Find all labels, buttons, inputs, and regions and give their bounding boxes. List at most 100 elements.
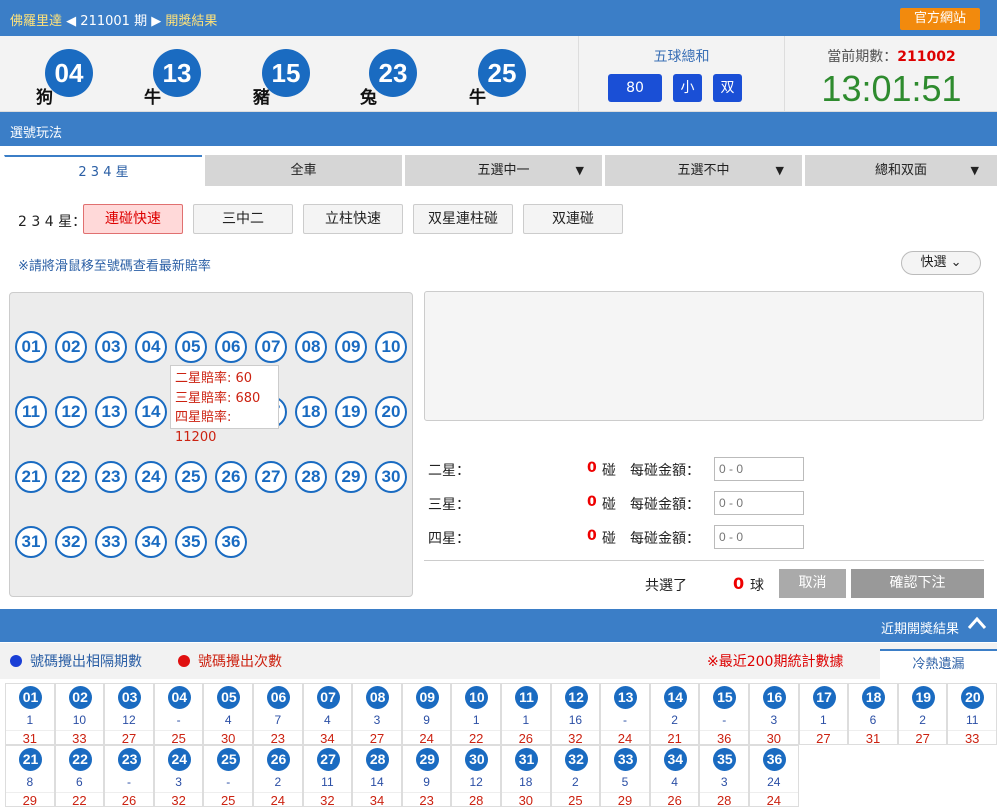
stat-ball: 05: [217, 686, 241, 709]
number-ball[interactable]: 02: [55, 331, 87, 363]
red-dot-icon: [178, 655, 190, 667]
number-ball[interactable]: 20: [375, 396, 407, 428]
tab-label: 五選不中: [677, 163, 730, 178]
stat-ball: 04: [167, 686, 191, 709]
stat-ball: 12: [564, 686, 588, 709]
confirm-bet-button[interactable]: 確認下注: [851, 569, 984, 598]
stat-count: 30: [204, 730, 252, 746]
number-ball[interactable]: 04: [135, 331, 167, 363]
top-bar: 佛羅里達 ◀ 211001 期 ▶ 開獎結果 官方網站: [0, 0, 997, 36]
number-ball[interactable]: 08: [295, 331, 327, 363]
selection-display: [424, 291, 984, 421]
stat-count: 25: [204, 792, 252, 808]
sum-title: 五球總和: [653, 49, 710, 65]
next-issue-arrow[interactable]: ▶: [151, 14, 161, 29]
number-ball[interactable]: 05: [175, 331, 207, 363]
number-ball[interactable]: 03: [95, 331, 127, 363]
stat-cell: 26 2 24: [253, 745, 303, 808]
odds-row-three-star: 三星： 0 碰 每碰金額：: [428, 491, 808, 515]
stat-count: 31: [849, 730, 897, 746]
sub-play-button[interactable]: 双連碰: [523, 204, 623, 234]
dropdown-arrow-icon: ▼: [575, 164, 584, 177]
number-ball[interactable]: 27: [255, 461, 287, 493]
tab-cold-hot[interactable]: 冷熱遺漏: [880, 649, 997, 679]
stat-cell: 04 - 25: [153, 683, 204, 746]
stat-ball: 30: [465, 748, 489, 771]
recent-results-title: 近期開獎結果: [880, 622, 959, 637]
stat-count: 23: [402, 792, 451, 808]
stat-count: 22: [452, 730, 500, 746]
tab-pick-five-miss[interactable]: 五選不中 ▼: [604, 155, 802, 186]
breadcrumb: 佛羅里達 ◀ 211001 期 ▶ 開獎結果: [10, 10, 217, 29]
official-site-button[interactable]: 官方網站: [900, 8, 980, 30]
number-ball[interactable]: 19: [335, 396, 367, 428]
stat-cell: 18 6 31: [848, 683, 898, 746]
site-name[interactable]: 佛羅里達: [10, 14, 62, 29]
tab-label: 五選中一: [477, 163, 530, 178]
odds-row-unit: 碰: [602, 463, 616, 479]
stat-count: 25: [154, 730, 203, 746]
legend-count: 號碼攪出次數: [178, 651, 282, 671]
number-ball[interactable]: 06: [215, 331, 247, 363]
stat-ball: 13: [614, 686, 638, 709]
number-ball[interactable]: 22: [55, 461, 87, 493]
stat-ball: 32: [564, 748, 588, 771]
odds-row-count: 0: [587, 460, 597, 476]
stat-cell: 08 3 27: [352, 683, 402, 746]
tab-pick-five-one[interactable]: 五選中一 ▼: [404, 155, 602, 186]
stat-cell: 24 3 32: [153, 745, 204, 808]
sub-play-button[interactable]: 双星連柱碰: [413, 204, 513, 234]
tab-234-star[interactable]: 2 3 4 星: [4, 155, 202, 186]
number-ball[interactable]: 11: [15, 396, 47, 428]
stat-count: 30: [750, 730, 798, 746]
chevron-up-icon[interactable]: [967, 615, 987, 634]
number-ball[interactable]: 34: [135, 526, 167, 558]
stat-gap: 1: [522, 713, 530, 727]
amount-input[interactable]: [714, 457, 804, 481]
stat-gap: -: [176, 713, 181, 727]
number-ball[interactable]: 36: [215, 526, 247, 558]
number-ball[interactable]: 14: [135, 396, 167, 428]
number-ball[interactable]: 18: [295, 396, 327, 428]
sub-play-button[interactable]: 連碰快速: [83, 204, 183, 234]
sum-value-badge: 80: [608, 74, 662, 102]
sub-play-button[interactable]: 立柱快速: [303, 204, 403, 234]
cancel-button[interactable]: 取消: [779, 569, 846, 598]
stat-gap: -: [722, 713, 727, 727]
number-ball[interactable]: 32: [55, 526, 87, 558]
play-header: 選號玩法: [0, 112, 997, 146]
number-ball[interactable]: 23: [95, 461, 127, 493]
number-ball[interactable]: 10: [375, 331, 407, 363]
number-ball[interactable]: 01: [15, 331, 47, 363]
number-ball[interactable]: 33: [95, 526, 127, 558]
number-ball[interactable]: 31: [15, 526, 47, 558]
quick-pick-button[interactable]: 快選 ⌄: [901, 251, 981, 275]
amount-input[interactable]: [714, 491, 804, 515]
number-ball[interactable]: 07: [255, 331, 287, 363]
stat-count: 23: [254, 730, 302, 746]
odds-row-money-label: 每碰金額：: [630, 497, 700, 513]
stat-cell: 16 3 30: [749, 683, 799, 746]
amount-input[interactable]: [714, 525, 804, 549]
number-ball[interactable]: 28: [295, 461, 327, 493]
number-ball[interactable]: 35: [175, 526, 207, 558]
number-ball[interactable]: 29: [335, 461, 367, 493]
number-ball[interactable]: 24: [135, 461, 167, 493]
prev-issue-arrow[interactable]: ◀: [66, 14, 76, 29]
result-zodiac: 牛: [469, 88, 486, 108]
stat-gap: 4: [671, 775, 678, 789]
stat-ball: 17: [812, 686, 836, 709]
number-ball[interactable]: 21: [15, 461, 47, 493]
number-ball[interactable]: 13: [95, 396, 127, 428]
number-ball[interactable]: 30: [375, 461, 407, 493]
tab-sum-double[interactable]: 總和双面 ▼: [804, 155, 997, 186]
tab-full-car[interactable]: 全車: [204, 155, 402, 186]
stat-ball: 27: [316, 748, 340, 771]
recent-results-header[interactable]: 近期開獎結果: [0, 609, 997, 642]
stat-ball: 11: [515, 686, 538, 709]
number-ball[interactable]: 25: [175, 461, 207, 493]
number-ball[interactable]: 12: [55, 396, 87, 428]
sub-play-button[interactable]: 三中二: [193, 204, 293, 234]
number-ball[interactable]: 26: [215, 461, 247, 493]
number-ball[interactable]: 09: [335, 331, 367, 363]
